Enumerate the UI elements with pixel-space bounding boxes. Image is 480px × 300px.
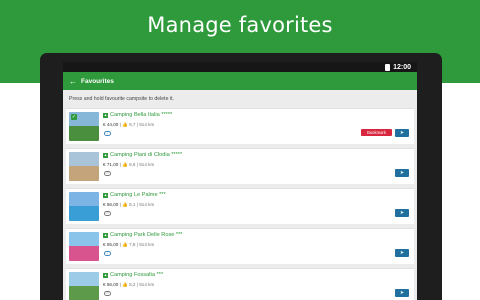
favourites-list: ✓ ▲ Camping Bella Italia ***** € 44,00 |… [63,108,417,300]
campsite-meta: € 71,00 | 👍 8,6 | 814 km [103,162,155,167]
page-title: Favourites [81,77,114,85]
campsite-name[interactable]: Camping Bella Italia ***** [110,112,172,118]
campsite-meta: € 56,00 | 👍 8,2 | 814 km [103,282,155,287]
tent-icon: ▲ [103,152,108,158]
navigate-button[interactable]: ➤ [395,129,409,137]
campsite-photo [69,272,99,300]
image-icon[interactable]: ▭ [104,291,111,296]
campsite-card[interactable]: ✓ ▲ Camping Bella Italia ***** € 44,00 |… [66,108,414,144]
favourite-check-icon: ✓ [71,114,77,120]
navigate-button[interactable]: ➤ [395,249,409,257]
navigate-button[interactable]: ➤ [395,209,409,217]
campsite-card[interactable]: ▲ Camping Piani di Clodia ***** € 71,00 … [66,148,414,184]
campsite-meta: € 55,00 | 👍 7,8 | 813 km [103,242,155,247]
campsite-card[interactable]: ▲ Camping Fossalta *** € 56,00 | 👍 8,2 |… [66,268,414,300]
thumbs-up-icon: 👍 [122,162,128,167]
tent-icon: ▲ [103,272,108,278]
campsite-photo [69,232,99,261]
thumbs-up-icon: 👍 [122,282,128,287]
tent-icon: ▲ [103,232,108,238]
image-icon[interactable]: ▭ [104,211,111,216]
campsite-card[interactable]: ▲ Camping Le Palme *** € 56,00 | 👍 8,1 |… [66,188,414,224]
bookmark-button[interactable]: Bookmark [361,129,392,136]
delete-hint-text: Press and hold favourite campsite to del… [69,96,174,102]
thumbs-up-icon: 👍 [122,202,128,207]
campsite-meta: € 56,00 | 👍 8,1 | 814 km [103,202,155,207]
campsite-photo: ✓ [69,112,99,141]
campsite-name[interactable]: Camping Piani di Clodia ***** [110,152,182,158]
navigate-button[interactable]: ➤ [395,169,409,177]
status-bar: 12:00 [63,62,417,72]
back-arrow-icon[interactable]: ← [65,72,81,90]
eye-icon[interactable]: • [104,131,111,136]
battery-icon [385,63,391,71]
campsite-meta: € 44,00 | 👍 8,7 | 814 km [103,122,155,127]
app-screen: 12:00 ← Favourites Press and hold favour… [63,62,417,300]
tent-icon: ▲ [103,112,108,118]
campsite-name[interactable]: Camping Fossalta *** [110,272,163,278]
app-bar: ← Favourites [63,72,417,90]
navigate-button[interactable]: ➤ [395,289,409,297]
thumbs-up-icon: 👍 [122,242,128,247]
thumbs-up-icon: 👍 [122,122,128,127]
campsite-card[interactable]: ▲ Camping Park Delle Rose *** € 55,00 | … [66,228,414,264]
status-time: 12:00 [393,63,411,71]
campsite-name[interactable]: Camping Le Palme *** [110,192,166,198]
campsite-photo [69,192,99,221]
banner-title: Manage favorites [147,13,333,37]
campsite-name[interactable]: Camping Park Delle Rose *** [110,232,182,238]
campsite-photo [69,152,99,181]
image-icon[interactable]: ▭ [104,171,111,176]
tent-icon: ▲ [103,192,108,198]
eye-icon[interactable]: • [104,251,111,256]
